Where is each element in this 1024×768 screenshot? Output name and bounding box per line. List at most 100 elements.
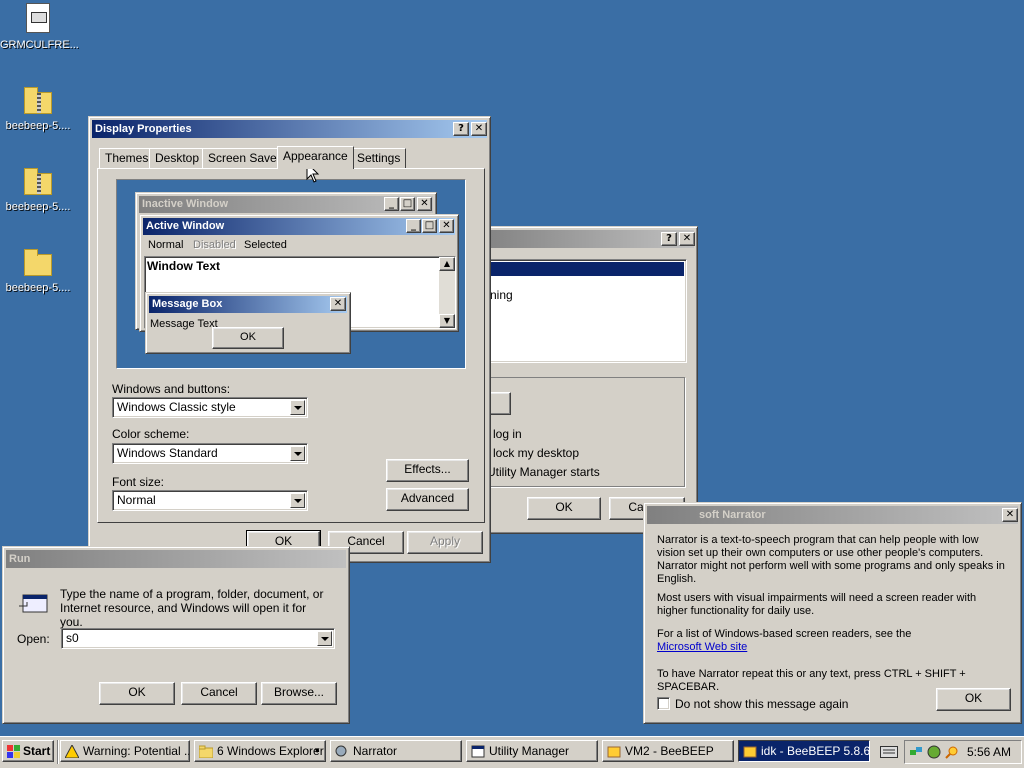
close-button[interactable]: ✕ [471,122,487,136]
desktop-icon-beebeep-3[interactable]: beebeep-5.... [0,246,76,294]
tab-strip: Themes Desktop Screen Saver Appearance S… [97,146,487,170]
windows-buttons-label: Windows and buttons: [112,382,231,396]
chevron-down-icon[interactable] [290,400,305,415]
beebeep-icon [743,744,757,758]
preview-active-title: Active Window [146,220,225,232]
tab-panel: Inactive Window _ □ ✕ Active Window _ □ … [97,168,485,523]
display-properties-titlebar[interactable]: Display Properties [92,120,487,138]
narrator-ok-button[interactable]: OK [936,688,1011,711]
option-log-in[interactable]: log in [493,427,522,441]
font-size-label: Font size: [112,475,165,489]
preview-msgbox-title: Message Box [152,298,223,310]
taskbar-button-label: Warning: Potential ... [83,744,190,758]
start-label: Start [23,744,51,758]
advanced-button[interactable]: Advanced [386,488,469,511]
folder-icon [198,744,214,759]
preview-menu-disabled: Disabled [193,239,236,251]
run-cancel-button[interactable]: Cancel [181,682,257,705]
desktop-icon-label: GRMCULFRE... [0,39,79,51]
taskbar-button-idk-beebeep[interactable]: idk - BeeBEEP 5.8.6 [738,740,870,762]
option-lock-desktop[interactable]: lock my desktop [493,446,579,460]
open-input-value: s0 [66,631,79,645]
list-item-selected[interactable] [488,262,684,276]
do-not-show-checkbox[interactable] [657,697,670,710]
utility-manager-icon [471,744,485,758]
microsoft-web-site-link[interactable]: Microsoft Web site [657,641,1007,654]
desktop-icon-label: beebeep-5.... [5,201,71,213]
magnifier-icon[interactable] [945,745,959,759]
tab-settings[interactable]: Settings [351,148,407,168]
windows-buttons-value: Windows Classic style [117,400,236,414]
network-icon[interactable] [909,745,923,759]
preview-msgbox-text: Message Text [150,318,218,330]
close-icon: ✕ [417,197,432,211]
narrator-window: soft Narrator ✕ Narrator is a text-to-sp… [643,502,1022,724]
clock[interactable]: 5:56 AM [967,745,1011,759]
taskbar-button-vm2-beebeep[interactable]: VM2 - BeeBEEP [602,740,734,762]
windows-logo-icon [7,744,21,758]
narrator-titlebar[interactable]: soft Narrator [647,506,1018,524]
minimize-icon: _ [406,219,421,233]
help-button[interactable]: ? [661,232,677,246]
taskbar-button-narrator[interactable]: Narrator [330,740,462,762]
scroll-up-icon: ▲ [439,257,455,271]
chevron-down-icon[interactable] [317,631,332,646]
run-ok-button[interactable]: OK [99,682,175,705]
utility-ok-button[interactable]: OK [527,497,601,520]
taskbar-button-windows-explorer[interactable]: 6 Windows Explorer ▼ [194,740,326,762]
taskbar-button-utility-manager[interactable]: Utility Manager [466,740,598,762]
tab-screen-saver[interactable]: Screen Saver [202,148,287,168]
run-window: Run Type the name of a program, folder, … [2,546,350,724]
color-scheme-label: Color scheme: [112,427,190,441]
run-titlebar[interactable]: Run [6,550,346,568]
chevron-down-icon[interactable] [290,493,305,508]
taskbar: Start Warning: Potential ... 6 Windows E… [0,736,1024,768]
close-icon: ✕ [330,297,346,311]
desktop-icon-label: beebeep-5.... [5,282,71,294]
chevron-down-icon[interactable] [290,446,305,461]
desktop-icon-beebeep-2[interactable]: beebeep-5.... [0,165,76,213]
run-browse-button[interactable]: Browse... [261,682,337,705]
narrator-text: Narrator is a text-to-speech program tha… [657,534,1007,694]
taskbar-separator [57,740,59,764]
keyboard-icon[interactable] [880,746,898,758]
open-input[interactable]: s0 [61,628,335,649]
tab-appearance[interactable]: Appearance [277,146,354,169]
beebeep-icon [607,744,621,758]
taskbar-button-label: 6 Windows Explorer [217,744,324,758]
effects-button[interactable]: Effects... [386,459,469,482]
preview-msgbox-ok: OK [212,327,284,349]
help-button[interactable]: ? [453,122,469,136]
taskbar-button-warning[interactable]: Warning: Potential ... [60,740,190,762]
preview-menu-normal: Normal [148,239,184,251]
close-button[interactable]: ✕ [679,232,695,246]
utility-list[interactable]: ning [485,259,687,363]
accessibility-icon[interactable] [927,745,941,759]
close-button[interactable]: ✕ [1002,508,1018,522]
close-icon: ✕ [439,219,454,233]
zip-folder-icon [22,84,54,116]
maximize-icon: □ [400,197,415,211]
tab-themes[interactable]: Themes [99,148,155,168]
font-size-select[interactable]: Normal [112,490,308,511]
font-size-value: Normal [117,493,156,507]
run-description: Type the name of a program, folder, docu… [60,587,324,629]
appearance-preview: Inactive Window _ □ ✕ Active Window _ □ … [116,179,466,369]
option-utility-manager-starts[interactable]: Utility Manager starts [487,465,600,479]
start-button[interactable]: Start [2,740,54,762]
zip-folder-icon [22,165,54,197]
tab-desktop[interactable]: Desktop [149,148,206,168]
color-scheme-select[interactable]: Windows Standard [112,443,308,464]
desktop-icon-beebeep-1[interactable]: beebeep-5.... [0,84,76,132]
taskbar-button-label: Utility Manager [489,744,570,758]
preview-message-box: Message Box ✕ Message Text OK [145,292,351,354]
run-title: Run [9,553,31,565]
narrator-p1: Narrator is a text-to-speech program tha… [657,534,1005,585]
narrator-icon [335,744,349,757]
system-tray: 5:56 AM [904,740,1022,764]
apply-button[interactable]: Apply [407,531,483,554]
do-not-show-label[interactable]: Do not show this message again [675,697,848,711]
list-item[interactable]: ning [490,288,513,302]
desktop-icon-grmculfre[interactable]: GRMCULFRE... [0,3,79,51]
windows-buttons-select[interactable]: Windows Classic style [112,397,308,418]
